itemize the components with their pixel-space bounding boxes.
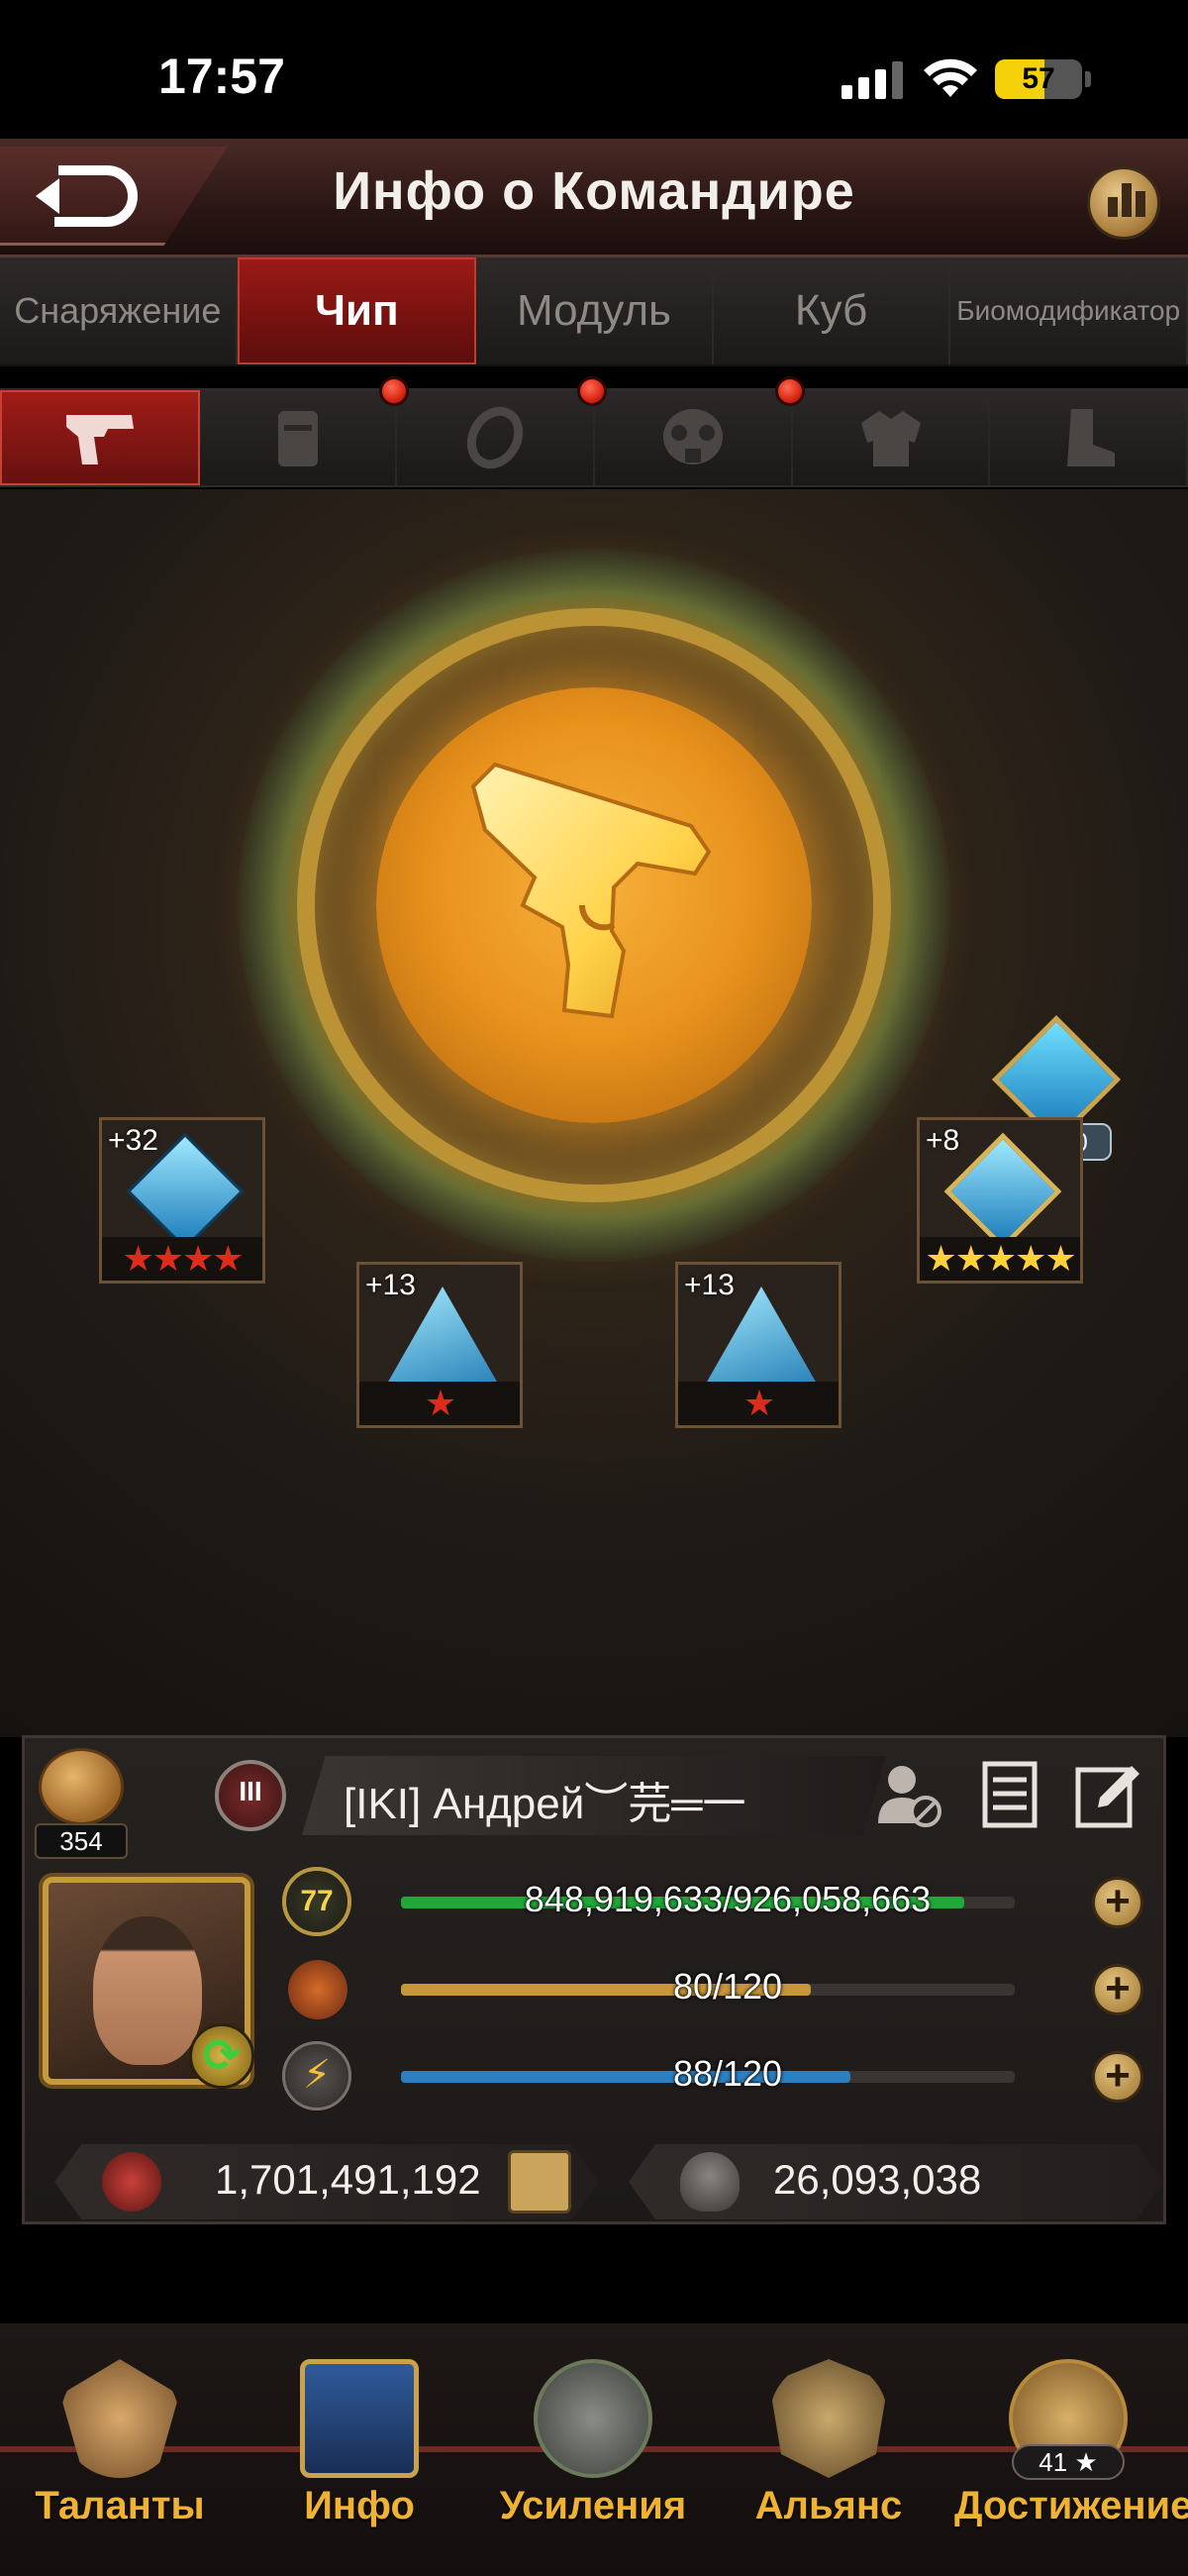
commander-profile-panel: 354 III [IKI] Андрей︶芫═一 ⟳ 77 848,919,63… xyxy=(22,1735,1166,2224)
nav-info[interactable]: Инфо xyxy=(246,2323,473,2551)
vest-icon xyxy=(277,411,318,466)
nav-info-label: Инфо xyxy=(304,2484,415,2527)
chip-slot-top-left[interactable]: +32 ★★★★ xyxy=(99,1117,265,1284)
header: Инфо о Командире xyxy=(0,139,1188,258)
change-avatar-icon[interactable]: ⟳ xyxy=(189,2023,254,2089)
chip-enhance-level: +32 xyxy=(108,1124,158,1157)
stamina-row: 80/120 + xyxy=(275,1947,1153,2032)
energy-value: 88/120 xyxy=(672,2053,783,2094)
rank-medal-icon[interactable] xyxy=(39,1748,124,1825)
chip-slot-top-right[interactable]: +8 ★★★★★ xyxy=(917,1117,1083,1284)
bolt-glyph: ⚡ xyxy=(302,2053,332,2097)
tab-biomodifier[interactable]: Биомодификатор xyxy=(950,258,1188,364)
signal-icon xyxy=(842,59,905,99)
tab-chip[interactable]: Чип xyxy=(237,258,477,364)
equipment-slot-tabs xyxy=(0,376,1188,487)
info-book-icon xyxy=(300,2359,419,2478)
alliance-rank-icon[interactable]: III xyxy=(215,1760,286,1831)
chip-enhance-level: +13 xyxy=(365,1269,416,1301)
power-row: 1,701,491,192 26,093,038 xyxy=(54,2144,1163,2219)
commander-portrait xyxy=(93,1916,202,2065)
chip-stars: ★ xyxy=(359,1382,520,1425)
chip-core[interactable] xyxy=(376,687,812,1123)
slot-tab-vest[interactable] xyxy=(199,376,410,485)
notification-dot xyxy=(774,376,805,406)
notification-dot xyxy=(577,376,608,406)
level-badge-icon: 77 xyxy=(282,1867,351,1936)
slot-tab-gas-mask[interactable] xyxy=(595,376,805,485)
energy-row: ⚡ 88/120 + xyxy=(282,2041,1153,2111)
block-user-icon[interactable] xyxy=(872,1758,945,1831)
player-name: [IKI] Андрей︶芫═一 xyxy=(344,1780,746,1828)
chip-arena: Lv.20 +32 ★★★★ +8 ★★★★★ +13 ★ +13 ★ xyxy=(0,489,1188,1737)
gas-mask-icon xyxy=(662,409,723,464)
ring-icon xyxy=(467,406,524,469)
pistol-icon xyxy=(65,415,134,464)
bar-chart-icon xyxy=(1108,197,1118,217)
status-time: 17:57 xyxy=(158,49,285,104)
slot-tab-boots[interactable] xyxy=(990,390,1188,485)
wifi-icon xyxy=(924,58,977,97)
power-value: 1,701,491,192 xyxy=(215,2156,481,2203)
add-energy-button[interactable]: + xyxy=(1092,2051,1143,2103)
nav-talents-label: Таланты xyxy=(35,2484,205,2527)
nav-boosts-label: Усиления xyxy=(499,2484,687,2527)
nav-achievements-label: Достижение xyxy=(954,2484,1188,2527)
armor-icon xyxy=(860,411,921,466)
status-bar: 17:57 57 xyxy=(0,0,1188,139)
rank-count: 354 xyxy=(35,1823,128,1859)
statistics-button[interactable] xyxy=(1087,166,1160,240)
achievement-count-badge: 41 ★ xyxy=(1012,2444,1125,2480)
commander-avatar[interactable]: ⟳ xyxy=(43,1877,254,2089)
battery-nub xyxy=(1085,71,1091,87)
nav-boosts[interactable]: Усиления xyxy=(479,2323,707,2551)
power-icon xyxy=(102,2152,161,2212)
boot-icon xyxy=(1067,409,1116,466)
chip-stars: ★★★★★ xyxy=(920,1237,1080,1281)
battery-icon: 57 xyxy=(995,59,1082,99)
battery-level: 57 xyxy=(1022,62,1055,95)
pistol-icon xyxy=(470,762,712,1019)
chip-enhance-level: +13 xyxy=(684,1269,735,1301)
chip-stars: ★ xyxy=(678,1382,839,1425)
main-tabs: Снаряжение Чип Модуль Куб Биомодификатор xyxy=(0,258,1188,366)
slot-tab-armor[interactable] xyxy=(792,390,991,485)
experience-value: 848,919,633/926,058,663 xyxy=(524,1879,932,1919)
energy-bolt-icon: ⚡ xyxy=(282,2041,351,2111)
bar-chart-icon xyxy=(1122,183,1132,217)
stamina-value: 80/120 xyxy=(672,1966,783,2007)
tab-module[interactable]: Модуль xyxy=(476,258,714,364)
tab-equipment[interactable]: Снаряжение xyxy=(0,258,238,364)
power-details-icon[interactable] xyxy=(508,2150,571,2214)
commander-level: 77 xyxy=(300,1885,334,1917)
edit-icon[interactable] xyxy=(1070,1758,1143,1831)
kills-skull-icon xyxy=(680,2152,740,2212)
talents-eagle-icon xyxy=(60,2359,179,2478)
alliance-rank-label: III xyxy=(239,1776,262,1806)
nav-alliance[interactable]: Альянс xyxy=(715,2323,942,2551)
chip-enhance-level: +8 xyxy=(926,1124,960,1157)
chip-gem-icon xyxy=(943,1132,1062,1251)
chip-slot-bottom-right[interactable]: +13 ★ xyxy=(675,1262,842,1428)
stamina-capsule-icon xyxy=(275,1947,360,2032)
nav-alliance-label: Альянс xyxy=(754,2484,903,2527)
nav-achievements[interactable]: 41 ★ Достижение xyxy=(954,2323,1188,2551)
slot-tab-pistol[interactable] xyxy=(0,390,200,485)
document-list-icon[interactable] xyxy=(971,1758,1044,1831)
add-experience-button[interactable]: + xyxy=(1092,1877,1143,1928)
tab-cube[interactable]: Куб xyxy=(713,258,951,364)
bottom-navigation: Таланты Инфо Усиления Альянс 41 ★ Достиж… xyxy=(0,2323,1188,2576)
experience-row: 77 848,919,633/926,058,663 + xyxy=(282,1867,1153,1936)
nav-talents[interactable]: Таланты xyxy=(6,2323,234,2551)
kills-value: 26,093,038 xyxy=(773,2156,982,2203)
chip-slot-bottom-left[interactable]: +13 ★ xyxy=(356,1262,523,1428)
alliance-swords-icon xyxy=(769,2359,888,2478)
chip-stars: ★★★★ xyxy=(102,1237,262,1281)
bar-chart-icon xyxy=(1136,191,1145,217)
boost-hammer-icon xyxy=(534,2359,652,2478)
add-stamina-button[interactable]: + xyxy=(1092,1964,1143,2015)
slot-tab-ring[interactable] xyxy=(397,376,608,485)
page-title: Инфо о Командире xyxy=(333,161,855,221)
